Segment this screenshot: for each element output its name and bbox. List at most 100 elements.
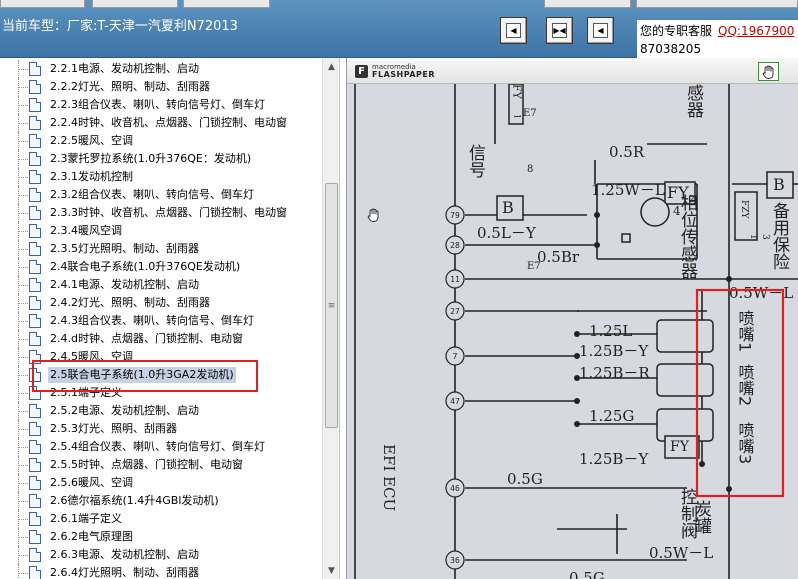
document-icon [29,566,41,579]
backup-fuse-label: 备用保险 [769,202,790,270]
tree-item[interactable]: 2.5.5时钟、点烟器、门锁控制、电动窗 [0,456,322,474]
scroll-down-arrow-icon[interactable]: ▼ [323,562,339,579]
tree-item-label: 2.3.1发动机控制 [50,170,133,183]
wire-label-0-5g-2: 0.5G [569,569,605,579]
tree-scrollbar[interactable]: ▲ ≡ ▼ [322,58,339,579]
tree-branch [19,375,28,376]
first-page-button[interactable]: ◀ [500,17,527,44]
scroll-up-arrow-icon[interactable]: ▲ [323,58,339,75]
wire-label-0-5w-l: 0.5W－L [649,544,713,562]
tree-item-label: 2.5.3灯光、照明、刮雨器 [50,422,177,435]
injector-3-label: 喷嘴3 [736,422,755,464]
tree-item[interactable]: 2.2.1电源、发动机控制、启动 [0,60,322,78]
tree-item[interactable]: 2.5.6暖风、空调 [0,474,322,492]
brand-large: FLASHPAPER [372,70,436,79]
tree-item[interactable]: 2.4联合电子系统(1.0升376QE发动机) [0,258,322,276]
tree-item-label: 2.5.5时钟、点烟器、门锁控制、电动窗 [50,458,243,471]
tree-item[interactable]: 2.6.3电源、发动机控制、启动 [0,546,322,564]
pin-47: 47 [450,397,460,406]
tree-branch [19,105,28,106]
tree-branch [19,321,28,322]
tree-item[interactable]: 2.6德尔福系统(1.4升4GBl发动机) [0,492,322,510]
document-icon [29,458,41,472]
tree-branch [19,447,28,448]
tree-item[interactable]: 2.5.4组合仪表、喇叭、转向信号灯、倒车灯 [0,438,322,456]
tree-item[interactable]: 2.3.5灯光照明、制动、刮雨器 [0,240,322,258]
tree-item[interactable]: 2.4.2灯光、照明、制动、刮雨器 [0,294,322,312]
selection-highlight-box [32,360,258,392]
fzy-sub: 1 [748,234,758,240]
tree-item[interactable]: 2.2.5暖风、空调 [0,132,322,150]
tree-item[interactable]: 2.3.3时钟、收音机、点烟器、门锁控制、电动窗 [0,204,322,222]
tab-stub-5[interactable] [636,0,798,8]
num-8-label: 8 [527,164,533,175]
tree-item-label: 2.5.2电源、发动机控制、启动 [50,404,199,417]
tree-item[interactable]: 2.4.d时钟、点烟器、门锁控制、电动窗 [0,330,322,348]
tree-item[interactable]: 2.2.3组合仪表、喇叭、转向信号灯、倒车灯 [0,96,322,114]
flashpaper-logo-icon: F [355,64,368,78]
document-icon [29,440,41,454]
tree-item-label: 2.3蒙托罗拉系统(1.0升376QE：发动机) [50,152,252,165]
phase-sensor-label: 相位传感器 [677,194,698,279]
tree-branch [19,213,28,214]
tab-stub-4[interactable] [544,0,631,8]
tree-branch [19,87,28,88]
control-valve-label: 控制阀 [677,488,698,540]
pin-7: 7 [453,352,458,361]
fy-left-sub: 1 [513,114,522,119]
tree-branch [19,195,28,196]
service-phone: 87038205 [640,42,702,56]
tab-stub-1[interactable] [0,0,85,8]
tree-branch [19,141,28,142]
cursor-hand-icon [367,208,379,222]
tree-item[interactable]: 2.6.1端子定义 [0,510,322,528]
tree-item[interactable]: 2.3.4暖风空调 [0,222,322,240]
hand-tool-button[interactable] [758,62,779,81]
tree-item[interactable]: 2.3.1发动机控制 [0,168,322,186]
next-page-button[interactable]: ◀ [587,17,614,44]
document-icon [29,422,41,436]
tree-item-label: 2.3.2组合仪表、喇叭、转向信号、倒车灯 [50,188,254,201]
wiring-diagram: 79 28 11 27 7 47 46 36 0.5R 1.25W－L 0.5L… [354,84,798,579]
injector-1-label: 喷嘴1 [736,310,755,352]
tree-item[interactable]: 2.2.2灯光、照明、制动、刮雨器 [0,78,322,96]
tree-item[interactable]: 2.4.1电源、发动机控制、启动 [0,276,322,294]
fit-page-icon: ▶◀ [552,23,567,38]
tree-item-label: 2.5.6暖风、空调 [50,476,133,489]
pin-46: 46 [450,484,460,493]
tree-item-label: 2.6.2电气原理图 [50,530,133,543]
next-page-icon: ◀ [593,23,608,38]
tree-item[interactable]: 2.6.4灯光照明、制动、刮雨器 [0,564,322,579]
pin-28: 28 [450,241,460,250]
tab-stub-3[interactable] [183,0,270,8]
first-page-icon: ◀ [506,23,521,38]
tree-item[interactable]: 2.2.4时钟、收音机、点烟器、门锁控制、电动窗 [0,114,322,132]
wire-label-0-5g: 0.5G [507,470,543,488]
tree-item-label: 2.6.3电源、发动机控制、启动 [50,548,199,561]
tree-item-label: 2.2.2灯光、照明、制动、刮雨器 [50,80,210,93]
document-viewer: F macromedia FLASHPAPER 79 28 11 27 7 47… [346,58,798,579]
qq-link[interactable]: QQ:1967900 [718,24,794,38]
tree-branch [19,339,28,340]
wire-label-0-5r: 0.5R [609,143,645,161]
tree-item-label: 2.6.1端子定义 [50,512,122,525]
document-icon [29,476,41,490]
tree-item[interactable]: 2.3.2组合仪表、喇叭、转向信号、倒车灯 [0,186,322,204]
document-icon [29,80,41,94]
tree-item[interactable]: 2.4.3组合仪表、喇叭、转向信号、倒车灯 [0,312,322,330]
tree-item[interactable]: 2.6.2电气原理图 [0,528,322,546]
tree-item[interactable]: 2.5.2电源、发动机控制、启动 [0,402,322,420]
tab-stub-2[interactable] [92,0,178,8]
tree-branch [19,393,28,394]
tree-item[interactable]: 2.5.3灯光、照明、刮雨器 [0,420,322,438]
injector-2-label: 喷嘴2 [736,364,755,406]
tree-branch [19,519,28,520]
wire-label-1-25g: 1.25G [589,407,634,425]
fit-page-button[interactable]: ▶◀ [546,17,573,44]
tree-item[interactable]: 2.3蒙托罗拉系统(1.0升376QE：发动机) [0,150,322,168]
fzy-label: FZY [739,200,749,219]
wiring-diagram-scan[interactable]: 79 28 11 27 7 47 46 36 0.5R 1.25W－L 0.5L… [347,84,798,579]
scroll-thumb[interactable]: ≡ [325,183,338,428]
tree-branch [19,231,28,232]
tree-item-label: 2.6德尔福系统(1.4升4GBl发动机) [50,494,219,507]
